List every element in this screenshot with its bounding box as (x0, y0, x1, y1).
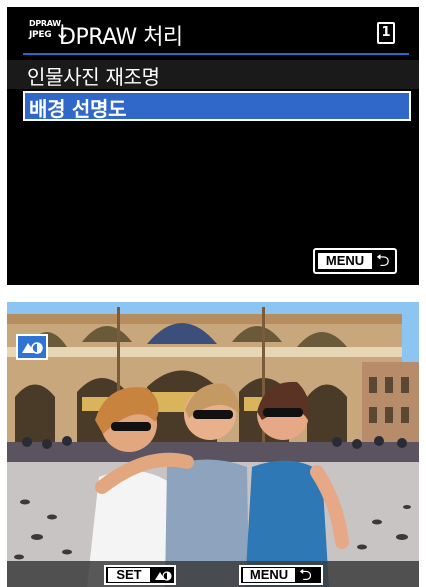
menu-item-portrait-relighting[interactable]: 인물사진 재조명 (7, 60, 419, 89)
menu-item-label: 인물사진 재조명 (27, 65, 160, 89)
preview-menu-back-button[interactable]: MENU ⮌ (239, 565, 323, 585)
menu-button-label: MENU (318, 253, 372, 269)
preview-control-bar (7, 561, 419, 587)
return-arrow-icon: ⮌ (299, 565, 312, 584)
dpraw-jpeg-icon: DPRAW JPEG ↓ (29, 20, 71, 46)
set-button[interactable]: SET (104, 565, 176, 585)
photo-preview-screen: SET MENU ⮌ (7, 302, 419, 587)
background-clarity-mode-icon (16, 334, 48, 360)
menu-back-button[interactable]: MENU ⮌ (313, 248, 397, 274)
dpraw-menu-screen: DPRAW JPEG ↓ DPRAW 처리 1 인물사진 재조명 배경 선명도 … (7, 7, 419, 285)
set-button-label: SET (108, 568, 150, 582)
background-clarity-icon (155, 571, 172, 581)
menu-item-label: 배경 선명도 (29, 97, 127, 121)
preview-photo (7, 302, 419, 587)
header-divider (23, 53, 409, 55)
return-arrow-icon: ⮌ (376, 251, 390, 271)
menu-item-background-clarity[interactable]: 배경 선명도 (23, 91, 411, 121)
menu-header: DPRAW JPEG ↓ DPRAW 처리 1 (7, 7, 419, 55)
menu-title: DPRAW 처리 (59, 25, 183, 50)
menu-button-label: MENU (243, 568, 295, 582)
jpeg-icon-text: JPEG (29, 30, 52, 40)
tab-number-badge[interactable]: 1 (377, 22, 395, 44)
